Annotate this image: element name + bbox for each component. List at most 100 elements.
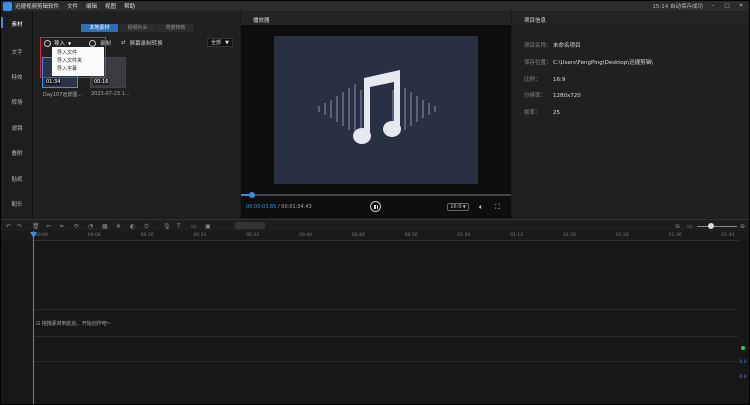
volume-icon[interactable]: 🔈︎ (479, 203, 483, 212)
menu-edit[interactable]: 编辑 (86, 2, 97, 10)
playhead[interactable] (33, 231, 34, 404)
crop-icon[interactable]: ⌗ (60, 223, 63, 231)
duration-icon[interactable]: ⏱ (144, 223, 149, 231)
filter-value: 全部 (211, 40, 222, 46)
track-divider (33, 336, 738, 337)
tab-video-intro[interactable]: 视频片头 (119, 24, 156, 32)
thumb-duration: 01:34 (45, 79, 62, 85)
menu-import-file[interactable]: 导入文件 (52, 49, 104, 57)
ruler-tick: 01:20 (563, 233, 576, 238)
ruler-tick: 00:24 (193, 233, 207, 238)
project-info-header: 项目信息 (512, 11, 749, 25)
prop-ratio: 比例： 16:9 (524, 77, 566, 83)
project-info-panel: 项目信息 项目名称：未命名项目 保存位置：C:\Users\FengPing\D… (512, 11, 749, 218)
timeline-ruler[interactable]: 00:00 00:08 00:16 00:24 00:32 00:40 00:48 00:56… (33, 231, 738, 241)
nav-material[interactable]: 素材 (1, 17, 33, 28)
zoom-in-icon[interactable]: ⊕ (740, 223, 745, 230)
ruler-tick: 00:32 (246, 233, 260, 238)
autosave-status: 15:14 自动保存成功 (652, 4, 703, 10)
menu-bar: 文件 编辑 视图 帮助 (67, 2, 135, 10)
maximize-button[interactable]: □ (723, 3, 731, 9)
zoom-handle[interactable] (708, 223, 714, 229)
meter-led (741, 346, 745, 350)
zoom-out-icon[interactable]: ⊖ (675, 223, 680, 230)
aspect-ratio-select[interactable]: 16:9 ▼ (447, 203, 469, 211)
zoom-slider[interactable] (697, 226, 737, 227)
mic-icon[interactable]: 🎙︎ (163, 223, 171, 230)
track-divider (33, 361, 738, 362)
prop-framerate: 帧率： 25 (524, 110, 560, 116)
left-nav: 素材 文字 特效 转场 滤镜 叠附 贴纸 配乐 (1, 11, 33, 218)
minimize-button[interactable]: – (709, 3, 717, 9)
chevron-down-icon: ▼ (225, 40, 229, 46)
tab-local-material[interactable]: 本地素材 (81, 24, 118, 32)
music-note-icon (318, 70, 436, 144)
preview-screen[interactable] (274, 36, 478, 184)
freeze-icon[interactable]: ❄ (116, 223, 121, 230)
filter-select[interactable]: 全部 ▼ (207, 38, 233, 47)
audio-meter: 0.0 0.0 (738, 346, 748, 380)
timeline-hint: ⊡ 拖拽素材到此处，开始创作吧~ (36, 321, 111, 327)
ruler-tick: 00:16 (140, 233, 154, 238)
track-divider (33, 309, 738, 310)
color-icon[interactable]: ◐ (130, 223, 135, 230)
prop-resolution: 分辨率： 1280x720 (524, 93, 581, 99)
menu-import-subtitle[interactable]: 导入字幕 (52, 65, 104, 73)
split-icon[interactable]: ✂ (46, 223, 51, 230)
mosaic-icon[interactable]: ▦ (102, 223, 108, 230)
prop-project-name: 项目名称：未命名项目 (524, 43, 581, 49)
fit-icon[interactable]: ▭ (687, 223, 693, 230)
thumb-caption: 2023-07-23 1... (91, 91, 130, 97)
redo-icon[interactable]: ↷ (17, 223, 22, 230)
chevron-down-icon: ▼ (68, 40, 72, 46)
delete-icon[interactable]: 🗑︎ (32, 223, 40, 230)
thumb-duration: 00:16 (93, 79, 110, 85)
nav-effects[interactable]: 特效 (1, 73, 33, 81)
timeline-area[interactable] (1, 241, 749, 404)
nav-filter[interactable]: 滤镜 (1, 124, 33, 132)
export-button[interactable] (235, 222, 265, 229)
screen-record-button[interactable]: 屏幕录制转换 (130, 39, 163, 47)
import-menu: 导入文件 导入文件夹 导入字幕 (52, 47, 104, 76)
player-header: 播放器 (241, 11, 511, 25)
menu-file[interactable]: 文件 (67, 2, 78, 10)
time-display: 00:00:03.85 / 00:01:34.43 (246, 204, 312, 210)
menu-help[interactable]: 帮助 (124, 2, 135, 10)
text-icon[interactable]: T (177, 223, 181, 230)
ruler-tick: 00:08 (87, 233, 101, 238)
nav-music[interactable]: 配乐 (1, 200, 33, 208)
pause-button[interactable] (370, 201, 381, 212)
title-bar: 迅捷视频剪辑软件 文件 编辑 视图 帮助 15:14 自动保存成功 – □ ✕ (1, 1, 749, 11)
ruler-tick: 01:36 (668, 233, 682, 238)
close-button[interactable]: ✕ (737, 3, 745, 9)
nav-overlay[interactable]: 叠附 (1, 149, 33, 157)
player-panel: 播放器 00:00:03.85 / 00:01:34.43 16:9 ▼ 🔈︎ … (241, 11, 511, 218)
project-info-title: 项目信息 (524, 18, 547, 24)
menu-view[interactable]: 视图 (105, 2, 116, 10)
player-progress[interactable] (241, 192, 511, 198)
thumb-caption: Day107远景图... (43, 92, 83, 98)
camera-icon[interactable]: ▣ (205, 223, 211, 230)
app-logo-icon (3, 1, 12, 11)
import-label: 导入 (54, 41, 66, 47)
app-title: 迅捷视频剪辑软件 (15, 4, 60, 10)
rotate-icon[interactable]: ⟳ (74, 223, 79, 230)
menu-import-folder[interactable]: 导入文件夹 (52, 57, 104, 65)
picture-icon[interactable]: ▭ (191, 223, 197, 230)
progress-handle[interactable] (248, 192, 255, 198)
nav-sticker[interactable]: 贴纸 (1, 175, 33, 183)
ruler-tick: 00:40 (299, 233, 312, 238)
fullscreen-icon[interactable]: ⛶ (495, 203, 500, 212)
import-button[interactable]: 导入 ▼ (44, 39, 71, 47)
timeline-toolbar: ↶ ↷ 🗑︎ ✂ ⌗ ⟳ ◔ ▦ ❄ ◐ ⏱ 🎙︎ T ▭ ▣ ⊖ ▭ ⊕ (1, 219, 749, 231)
ruler-tick: 01:12 (510, 233, 524, 238)
import-icon (44, 39, 51, 47)
undo-icon[interactable]: ↶ (6, 223, 11, 230)
ruler-tick: 01:04 (457, 233, 471, 238)
nav-text[interactable]: 文字 (1, 48, 33, 56)
library-tabs: 本地素材 视频片头 背景特效 (81, 24, 195, 32)
tab-background-effects[interactable]: 背景特效 (157, 24, 194, 32)
player-title: 播放器 (253, 18, 270, 24)
nav-transition[interactable]: 转场 (1, 98, 33, 106)
speed-icon[interactable]: ◔ (88, 223, 93, 230)
